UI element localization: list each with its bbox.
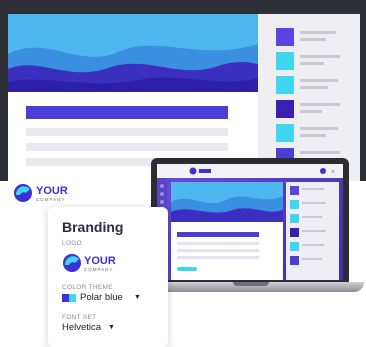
logo-preview[interactable]: YOUR COMPANY: [62, 251, 128, 275]
side-line: [300, 38, 326, 41]
side-line: [300, 55, 340, 58]
headline-bar: [26, 106, 228, 119]
side-swatch: [276, 28, 294, 46]
side-swatch: [276, 52, 294, 70]
swatch-cyan: [69, 294, 76, 302]
laptop-notch: [233, 282, 269, 286]
logo-mark-icon: YOUR COMPANY: [63, 254, 116, 272]
chevron-down-icon[interactable]: ▼: [134, 294, 141, 301]
side-line: [300, 86, 328, 89]
color-theme-label: COLOR THEME: [62, 284, 113, 291]
side-line: [300, 151, 340, 154]
side-line: [300, 103, 340, 106]
side-swatch: [276, 100, 294, 118]
side-line: [300, 31, 336, 34]
hero-waves: [8, 14, 258, 92]
text-line: [26, 128, 228, 136]
side-item: [276, 76, 356, 94]
color-theme-select[interactable]: Polar blue: [80, 292, 123, 303]
side-swatch: [276, 124, 294, 142]
laptop-side-items: [290, 186, 326, 265]
svg-text:×: ×: [331, 169, 335, 176]
branding-title: Branding: [62, 219, 124, 235]
side-line: [300, 110, 322, 113]
laptop-topbar-graphics: ×: [189, 167, 335, 176]
font-set-select[interactable]: Helvetica: [62, 322, 101, 333]
color-theme-swatch: [62, 294, 76, 302]
side-panel: [258, 14, 360, 181]
monitor-screen: [8, 14, 360, 181]
side-item: [276, 100, 356, 118]
logo-mark-icon: YOUR COMPANY: [14, 184, 68, 202]
side-line: [300, 127, 338, 130]
font-set-label: FONT SET: [62, 314, 97, 321]
side-item: [276, 28, 356, 46]
side-item: [276, 124, 356, 142]
chevron-down-icon[interactable]: ▼: [108, 324, 115, 331]
logo-word-your: YOUR: [36, 185, 68, 197]
text-line: [26, 143, 228, 151]
laptop-hero: [171, 182, 283, 222]
laptop-side-panel: [286, 182, 339, 280]
laptop-content-lines: [177, 232, 259, 271]
branding-card: Branding LOGO YOUR COMPANY COLOR THEME P…: [48, 207, 168, 347]
logo-word-company: COMPANY: [84, 267, 113, 272]
side-line: [300, 79, 338, 82]
logo-word-your: YOUR: [84, 255, 116, 267]
laptop-main-card: [171, 182, 283, 280]
side-swatch: [276, 76, 294, 94]
monitor-frame: [0, 0, 366, 181]
swatch-indigo: [62, 294, 69, 302]
side-line: [300, 62, 324, 65]
laptop-topbar: ×: [157, 164, 343, 178]
hero-banner: [8, 14, 258, 92]
laptop-hero-waves: [171, 196, 283, 222]
logo-label: LOGO: [62, 240, 82, 247]
laptop: ×: [151, 158, 349, 282]
logo-word-company: COMPANY: [36, 197, 65, 202]
monitor-logo: YOUR COMPANY: [12, 181, 102, 205]
side-line: [300, 134, 326, 137]
laptop-screen: ×: [157, 164, 343, 280]
side-item: [276, 52, 356, 70]
